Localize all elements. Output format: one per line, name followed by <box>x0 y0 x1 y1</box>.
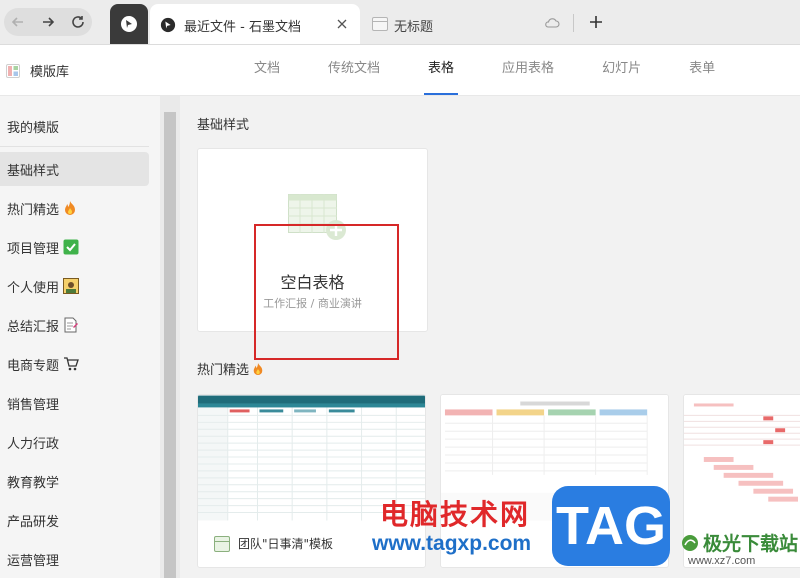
sidebar-divider <box>0 146 149 147</box>
sidebar-item-sales[interactable]: 销售管理 <box>0 386 149 420</box>
cloud-icon[interactable] <box>544 17 560 29</box>
forward-arrow-icon <box>43 17 55 27</box>
section-title-hot: 热门精选 <box>197 359 264 378</box>
plus-icon <box>590 16 602 28</box>
template-label: 团队"日事清"模板 <box>214 535 333 552</box>
fire-icon <box>252 362 264 376</box>
back-button[interactable] <box>4 8 32 36</box>
sidebar-item-label: 我的模版 <box>7 120 60 136</box>
tab-docs[interactable]: 文档 <box>250 45 284 95</box>
template-thumbnail <box>684 395 800 521</box>
template-header: 模版库 文档 传统文档 表格 应用表格 幻灯片 表单 <box>0 45 800 96</box>
sidebar-item-label: 个人使用 <box>7 280 60 296</box>
page-icon <box>372 17 388 31</box>
tab-classic-docs[interactable]: 传统文档 <box>324 45 384 95</box>
highlight-box <box>254 224 399 360</box>
sidebar-item-label: 销售管理 <box>7 397 60 413</box>
pinned-tab[interactable] <box>110 4 148 44</box>
reload-icon <box>72 16 84 28</box>
category-tabs: 文档 传统文档 表格 应用表格 幻灯片 表单 <box>250 45 759 95</box>
cart-icon <box>63 356 79 372</box>
scrollbar-thumb[interactable] <box>164 112 176 578</box>
fire-icon <box>63 200 77 216</box>
template-library-icon <box>6 63 20 78</box>
sidebar-item-label: 项目管理 <box>7 241 60 257</box>
watermark-url: www.tagxp.com <box>372 532 532 555</box>
check-icon <box>63 239 79 255</box>
brand-title: 模版库 <box>30 65 70 80</box>
sidebar-item-label: 电商专题 <box>7 358 60 374</box>
close-tab-button[interactable] <box>334 16 350 32</box>
watermark-tag-logo: TAG <box>552 486 670 566</box>
sidebar-item-basic[interactable]: 基础样式 <box>0 152 149 186</box>
sidebar-item-project[interactable]: 项目管理 <box>0 230 149 264</box>
sidebar-item-education[interactable]: 教育教学 <box>0 464 149 498</box>
sheet-icon <box>214 535 230 552</box>
nav-button-group <box>4 8 92 36</box>
aurora-logo-icon <box>682 534 698 551</box>
forward-button[interactable] <box>34 8 62 36</box>
new-tab-button[interactable] <box>582 8 610 36</box>
sidebar-item-operations[interactable]: 运营管理 <box>0 542 149 576</box>
back-arrow-icon <box>11 17 23 27</box>
shimo-logo-icon <box>160 17 176 33</box>
reload-button[interactable] <box>64 8 92 36</box>
browser-tab-bar: 最近文件 - 石墨文档 无标题 <box>0 0 800 45</box>
portrait-icon <box>63 278 80 294</box>
section-hot-label: 热门精选 <box>197 363 250 378</box>
sidebar-item-label: 运营管理 <box>7 553 60 569</box>
sidebar-item-rnd[interactable]: 产品研发 <box>0 503 149 537</box>
close-icon <box>337 19 347 29</box>
template-sidebar: 我的模版 基础样式 热门精选 项目管理 个人使用 总结汇报 电商专题 销售管理 … <box>0 96 160 578</box>
second-tab-title: 无标题 <box>394 20 434 35</box>
untitled-tab[interactable]: 无标题 <box>362 4 572 44</box>
sidebar-item-label: 产品研发 <box>7 514 60 530</box>
active-tab[interactable]: 最近文件 - 石墨文档 <box>150 4 360 44</box>
watermark-jg: 极光下载站 <box>681 529 798 556</box>
sidebar-item-ecommerce[interactable]: 电商专题 <box>0 347 149 381</box>
watermark-cn-text: 电脑技术网 <box>380 498 531 531</box>
tab-app-sheets[interactable]: 应用表格 <box>498 45 558 95</box>
template-title: 团队"日事清"模板 <box>238 537 334 551</box>
tab-sheets[interactable]: 表格 <box>424 45 459 95</box>
watermark-jg-url: www.xz7.com <box>688 555 756 567</box>
brand: 模版库 <box>6 61 69 80</box>
watermark-jg-text: 极光下载站 <box>703 533 799 555</box>
tab-forms[interactable]: 表单 <box>685 45 719 95</box>
sidebar-item-hr[interactable]: 人力行政 <box>0 425 149 459</box>
memo-icon <box>63 317 79 333</box>
sidebar-item-label: 总结汇报 <box>7 319 60 335</box>
sidebar-item-summary[interactable]: 总结汇报 <box>0 308 149 342</box>
section-title-basic: 基础样式 <box>197 118 250 133</box>
sidebar-item-label: 教育教学 <box>7 475 60 491</box>
sidebar-item-hot[interactable]: 热门精选 <box>0 191 149 225</box>
shimo-logo-icon <box>121 16 137 32</box>
sidebar-item-personal[interactable]: 个人使用 <box>0 269 149 303</box>
sidebar-item-my-templates[interactable]: 我的模版 <box>0 109 149 143</box>
sidebar-item-label: 热门精选 <box>7 202 60 218</box>
sidebar-item-label: 人力行政 <box>7 436 60 452</box>
tab-divider <box>573 14 574 32</box>
sidebar-item-label: 基础样式 <box>7 163 60 179</box>
active-tab-title: 最近文件 - 石墨文档 <box>184 20 301 35</box>
tab-slides[interactable]: 幻灯片 <box>598 45 645 95</box>
